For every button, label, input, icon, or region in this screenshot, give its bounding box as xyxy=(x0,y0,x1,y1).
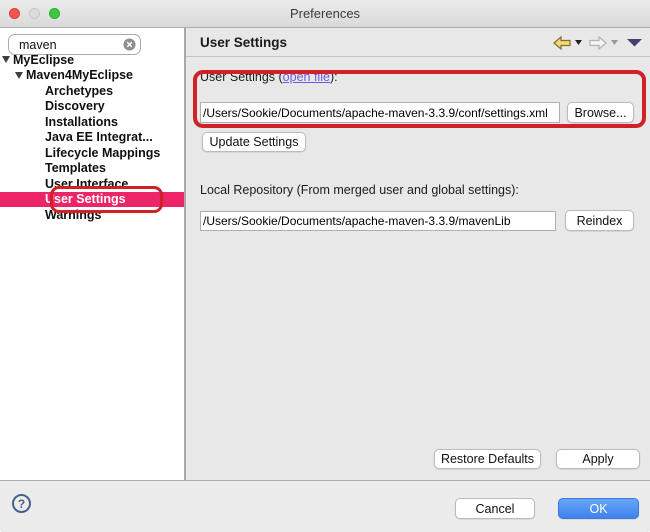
back-arrow-icon[interactable] xyxy=(553,36,571,50)
open-file-link[interactable]: open file xyxy=(283,70,330,84)
apply-button[interactable]: Apply xyxy=(556,449,640,469)
header-nav-icons xyxy=(553,28,642,57)
user-settings-label: User Settings (open file): xyxy=(200,70,338,84)
tree-item-label: MyEclipse xyxy=(13,53,74,67)
tree-item-user-settings[interactable]: User Settings xyxy=(0,192,184,208)
clear-search-icon[interactable] xyxy=(123,38,136,51)
tree-item-myeclipse[interactable]: MyEclipse xyxy=(0,52,184,68)
tree-item-label: Archetypes xyxy=(45,84,113,98)
tree-item-lifecycle-mappings[interactable]: Lifecycle Mappings xyxy=(0,145,184,161)
tree-item-java-ee-integrat[interactable]: Java EE Integrat... xyxy=(0,130,184,146)
dialog-footer: ? Cancel OK xyxy=(0,480,650,532)
page-title: User Settings xyxy=(200,28,287,57)
preferences-window: Preferences MyEclipseMaven4MyEclipse Arch… xyxy=(0,0,650,532)
view-menu-icon[interactable] xyxy=(627,38,642,47)
user-settings-path-field[interactable] xyxy=(200,102,560,123)
label-prefix: User Settings ( xyxy=(200,70,283,84)
disclosure-triangle-icon[interactable] xyxy=(2,56,10,63)
local-repository-label: Local Repository (From merged user and g… xyxy=(200,183,519,197)
tree-item-label: User Interface xyxy=(45,177,128,191)
local-repository-path-field[interactable] xyxy=(200,211,556,231)
tree-item-installations[interactable]: Installations xyxy=(0,114,184,130)
browse-button[interactable]: Browse... xyxy=(567,102,634,123)
tree-item-user-interface[interactable]: User Interface xyxy=(0,176,184,192)
label-suffix: ): xyxy=(330,70,338,84)
ok-button[interactable]: OK xyxy=(558,498,639,519)
update-settings-button[interactable]: Update Settings xyxy=(202,132,306,152)
tree-item-label: Templates xyxy=(45,161,106,175)
tree-item-templates[interactable]: Templates xyxy=(0,161,184,177)
tree-item-label: Warnings xyxy=(45,208,101,222)
tree-item-archetypes[interactable]: Archetypes xyxy=(0,83,184,99)
window-title: Preferences xyxy=(0,0,650,27)
tree-item-maven4myeclipse[interactable]: Maven4MyEclipse xyxy=(0,68,184,84)
help-button[interactable]: ? xyxy=(12,494,31,513)
tree-item-label: Java EE Integrat... xyxy=(45,130,153,144)
forward-arrow-icon[interactable] xyxy=(589,36,607,50)
cancel-button[interactable]: Cancel xyxy=(455,498,535,519)
back-dropdown-icon[interactable] xyxy=(575,40,582,45)
restore-defaults-button[interactable]: Restore Defaults xyxy=(434,449,541,469)
main-panel: User Settings xyxy=(186,28,650,480)
tree-item-label: Installations xyxy=(45,115,118,129)
dialog-body: MyEclipseMaven4MyEclipse ArchetypesDiscov… xyxy=(0,28,650,480)
disclosure-triangle-icon[interactable] xyxy=(15,72,23,79)
tree-item-label: Lifecycle Mappings xyxy=(45,146,160,160)
preferences-sidebar: MyEclipseMaven4MyEclipse ArchetypesDiscov… xyxy=(0,28,186,480)
tree-item-label: User Settings xyxy=(45,192,126,206)
page-header: User Settings xyxy=(186,28,650,57)
tree-item-label: Discovery xyxy=(45,99,105,113)
tree-item-discovery[interactable]: Discovery xyxy=(0,99,184,115)
reindex-button[interactable]: Reindex xyxy=(565,210,634,231)
tree-item-label: Maven4MyEclipse xyxy=(26,68,133,82)
titlebar: Preferences xyxy=(0,0,650,28)
preferences-tree: MyEclipseMaven4MyEclipse ArchetypesDiscov… xyxy=(0,52,184,223)
tree-item-warnings[interactable]: Warnings xyxy=(0,207,184,223)
forward-dropdown-icon[interactable] xyxy=(611,40,618,45)
